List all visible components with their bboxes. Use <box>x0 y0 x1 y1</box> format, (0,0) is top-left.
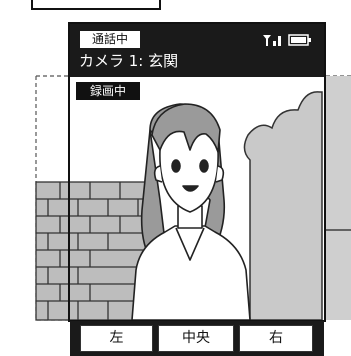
call-status-badge: 通話中 <box>80 31 140 48</box>
left-soft-key[interactable]: 左 <box>80 325 153 352</box>
center-soft-key[interactable]: 中央 <box>158 325 234 352</box>
signal-strength-icon <box>263 35 281 46</box>
battery-icon <box>288 34 311 46</box>
recording-badge: 録画中 <box>76 82 140 100</box>
camera-label: カメラ 1: 玄関 <box>79 52 179 70</box>
building-block <box>326 76 351 320</box>
top-panel-frame <box>31 0 161 10</box>
right-soft-key[interactable]: 右 <box>239 325 313 352</box>
